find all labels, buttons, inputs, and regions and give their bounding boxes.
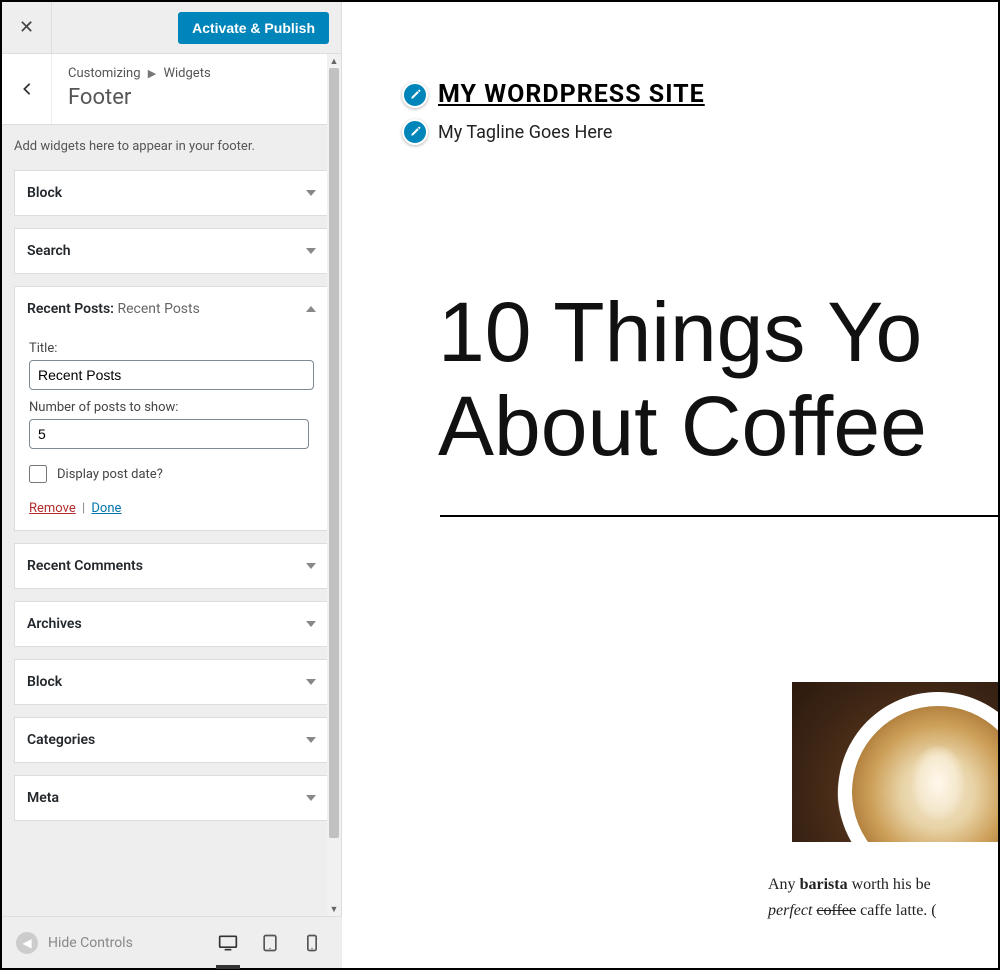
widget-header[interactable]: Archives <box>15 602 328 646</box>
title-label: Title: <box>29 341 314 356</box>
caret-down-icon <box>306 679 316 685</box>
post-title: 10 Things Yo About Coffee <box>438 285 998 473</box>
scrollbar-thumb[interactable] <box>329 68 339 838</box>
widget-categories: Categories <box>14 717 329 763</box>
collapse-left-icon: ◀ <box>16 932 38 954</box>
display-date-label: Display post date? <box>57 467 163 482</box>
count-label: Number of posts to show: <box>29 400 314 415</box>
title-underline <box>440 515 998 517</box>
edit-shortcut-site-title[interactable] <box>402 82 428 108</box>
post-body-excerpt: Any barista worth his be perfect coffee … <box>768 872 998 923</box>
widget-header[interactable]: Recent Comments <box>15 544 328 588</box>
widget-header[interactable]: Block <box>15 660 328 704</box>
section-title: Footer <box>68 85 211 110</box>
back-button[interactable] <box>2 54 52 124</box>
sidebar-footer: ◀ Hide Controls <box>2 916 342 968</box>
hide-controls-button[interactable]: ◀ Hide Controls <box>16 932 133 954</box>
caret-up-icon <box>306 306 316 312</box>
widget-search: Search <box>14 228 329 274</box>
caret-down-icon <box>306 621 316 627</box>
widgets-scroll-area[interactable]: Add widgets here to appear in your foote… <box>2 125 341 916</box>
widget-header[interactable]: Search <box>15 229 328 273</box>
widget-header[interactable]: Block <box>15 171 328 215</box>
site-title-link[interactable]: MY WORDPRESS SITE <box>438 80 705 109</box>
featured-image <box>792 682 998 842</box>
widget-meta: Meta <box>14 775 329 821</box>
caret-down-icon <box>306 190 316 196</box>
widget-block: Block <box>14 170 329 216</box>
section-description: Add widgets here to appear in your foote… <box>14 139 329 154</box>
edit-shortcut-tagline[interactable] <box>402 119 428 145</box>
preview-desktop-button[interactable] <box>218 933 238 953</box>
display-date-checkbox[interactable] <box>29 465 47 483</box>
widget-form: Title: Number of posts to show: Display … <box>15 341 328 530</box>
preview-tablet-button[interactable] <box>260 933 280 953</box>
breadcrumb: Customizing ▶ Widgets Footer <box>2 54 341 125</box>
breadcrumb-section: Widgets <box>163 66 210 81</box>
site-tagline: My Tagline Goes Here <box>438 122 612 143</box>
preview-mobile-button[interactable] <box>302 933 322 953</box>
chevron-right-icon: ▶ <box>148 67 156 80</box>
caret-down-icon <box>306 248 316 254</box>
widget-header[interactable]: Recent Posts: Recent Posts <box>15 287 328 331</box>
caret-down-icon <box>306 737 316 743</box>
remove-link[interactable]: Remove <box>29 501 76 516</box>
customizer-sidebar: ✕ Activate & Publish Customizing ▶ Widge… <box>2 2 342 916</box>
widget-recent-posts: Recent Posts: Recent Posts Title: Number… <box>14 286 329 531</box>
activate-publish-button[interactable]: Activate & Publish <box>178 12 329 44</box>
close-button[interactable]: ✕ <box>2 2 52 54</box>
widget-recent-comments: Recent Comments <box>14 543 329 589</box>
preview-pane: MY WORDPRESS SITE My Tagline Goes Here 1… <box>342 2 998 968</box>
count-input[interactable] <box>29 419 309 449</box>
breadcrumb-root: Customizing <box>68 66 141 81</box>
title-input[interactable] <box>29 360 314 390</box>
pencil-icon <box>409 126 421 138</box>
pencil-icon <box>409 89 421 101</box>
caret-down-icon <box>306 563 316 569</box>
caret-down-icon <box>306 795 316 801</box>
widget-header[interactable]: Meta <box>15 776 328 820</box>
done-link[interactable]: Done <box>91 501 121 516</box>
widget-block-2: Block <box>14 659 329 705</box>
widget-archives: Archives <box>14 601 329 647</box>
scrollbar[interactable]: ▲ ▼ <box>327 54 341 916</box>
sidebar-header: ✕ Activate & Publish <box>2 2 341 54</box>
widget-header[interactable]: Categories <box>15 718 328 762</box>
